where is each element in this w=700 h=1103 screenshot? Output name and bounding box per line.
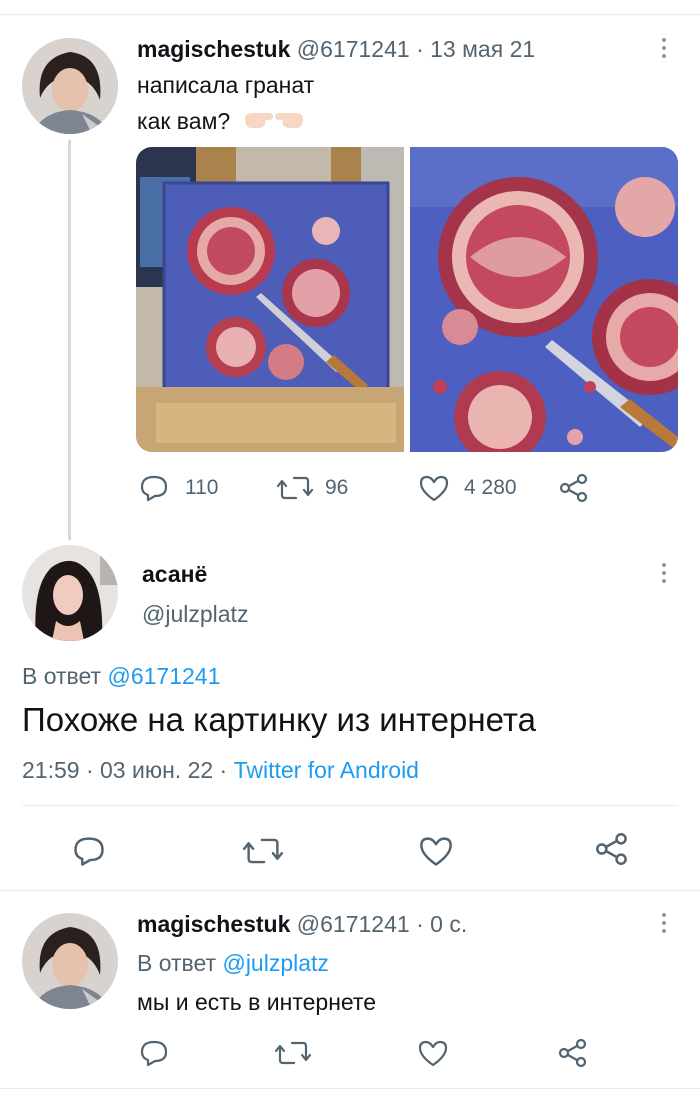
retweet-icon[interactable] — [274, 1038, 312, 1068]
more-options-icon[interactable] — [661, 38, 667, 62]
avatar[interactable] — [22, 913, 118, 1009]
tweet-date[interactable]: 03 июн. 22 — [100, 757, 213, 783]
avatar[interactable] — [22, 545, 118, 641]
retweet-icon[interactable] — [242, 834, 284, 868]
bottom-divider — [0, 1088, 700, 1089]
tweet-header: magischestuk @6171241 · 13 мая 21 — [137, 36, 535, 63]
reply-prefix: В ответ — [22, 663, 102, 689]
separator: · — [85, 757, 94, 783]
tweet-time[interactable]: 21:59 — [22, 757, 80, 783]
tweet-header: magischestuk @6171241 · 0 с. — [137, 911, 467, 938]
reply-to-link[interactable]: @6171241 — [107, 663, 220, 689]
tweet-text: как вам? — [137, 108, 231, 135]
divider — [0, 890, 700, 891]
tweet-text: Похоже на картинку из интернета — [22, 701, 536, 738]
handle[interactable]: @6171241 — [297, 36, 410, 62]
reply-context: В ответ @julzplatz — [137, 950, 329, 977]
more-options-icon[interactable] — [661, 913, 667, 937]
display-name[interactable]: асанё — [142, 561, 207, 588]
retweet-count: 96 — [325, 476, 349, 499]
tweet-text: мы и есть в интернете — [137, 989, 376, 1015]
pointing-hands-emoji — [243, 107, 305, 139]
timestamp[interactable]: 13 мая 21 — [430, 36, 535, 62]
reply-icon[interactable] — [138, 473, 170, 503]
like-icon[interactable] — [418, 474, 450, 502]
tweet-text-line2: как вам? — [137, 107, 305, 139]
reply-icon[interactable] — [138, 1038, 170, 1068]
separator: · — [416, 911, 424, 937]
reply-context: В ответ @6171241 — [22, 663, 220, 690]
like-icon[interactable] — [417, 1039, 449, 1067]
timestamp[interactable]: 0 с. — [430, 911, 467, 937]
like-count: 4 280 — [464, 476, 517, 499]
display-name[interactable]: magischestuk — [137, 911, 290, 937]
tweet-meta: 21:59 · 03 июн. 22 · Twitter for Android — [22, 757, 419, 784]
top-divider — [0, 14, 700, 15]
like-icon[interactable] — [418, 835, 454, 867]
divider — [22, 805, 678, 806]
display-name[interactable]: magischestuk — [137, 36, 290, 62]
separator: · — [416, 36, 424, 62]
client-link[interactable]: Twitter for Android — [234, 757, 419, 783]
thread-line — [68, 140, 71, 540]
retweet-icon[interactable] — [276, 473, 314, 503]
handle[interactable]: @6171241 — [297, 911, 410, 937]
reply-count: 110 — [185, 476, 219, 499]
separator: · — [219, 757, 228, 783]
more-options-icon[interactable] — [661, 563, 667, 587]
reply-prefix: В ответ — [137, 950, 217, 976]
avatar[interactable] — [22, 38, 118, 134]
reply-icon[interactable] — [71, 834, 107, 868]
reply-to-link[interactable]: @julzplatz — [222, 950, 328, 976]
handle[interactable]: @julzplatz — [142, 601, 248, 628]
share-icon[interactable] — [595, 832, 629, 866]
tweet-text-line1: написала гранат — [137, 72, 315, 98]
share-icon[interactable] — [559, 473, 589, 503]
share-icon[interactable] — [558, 1038, 588, 1068]
tweet-photo-2[interactable] — [410, 147, 678, 452]
tweet-photo-1[interactable] — [136, 147, 404, 452]
